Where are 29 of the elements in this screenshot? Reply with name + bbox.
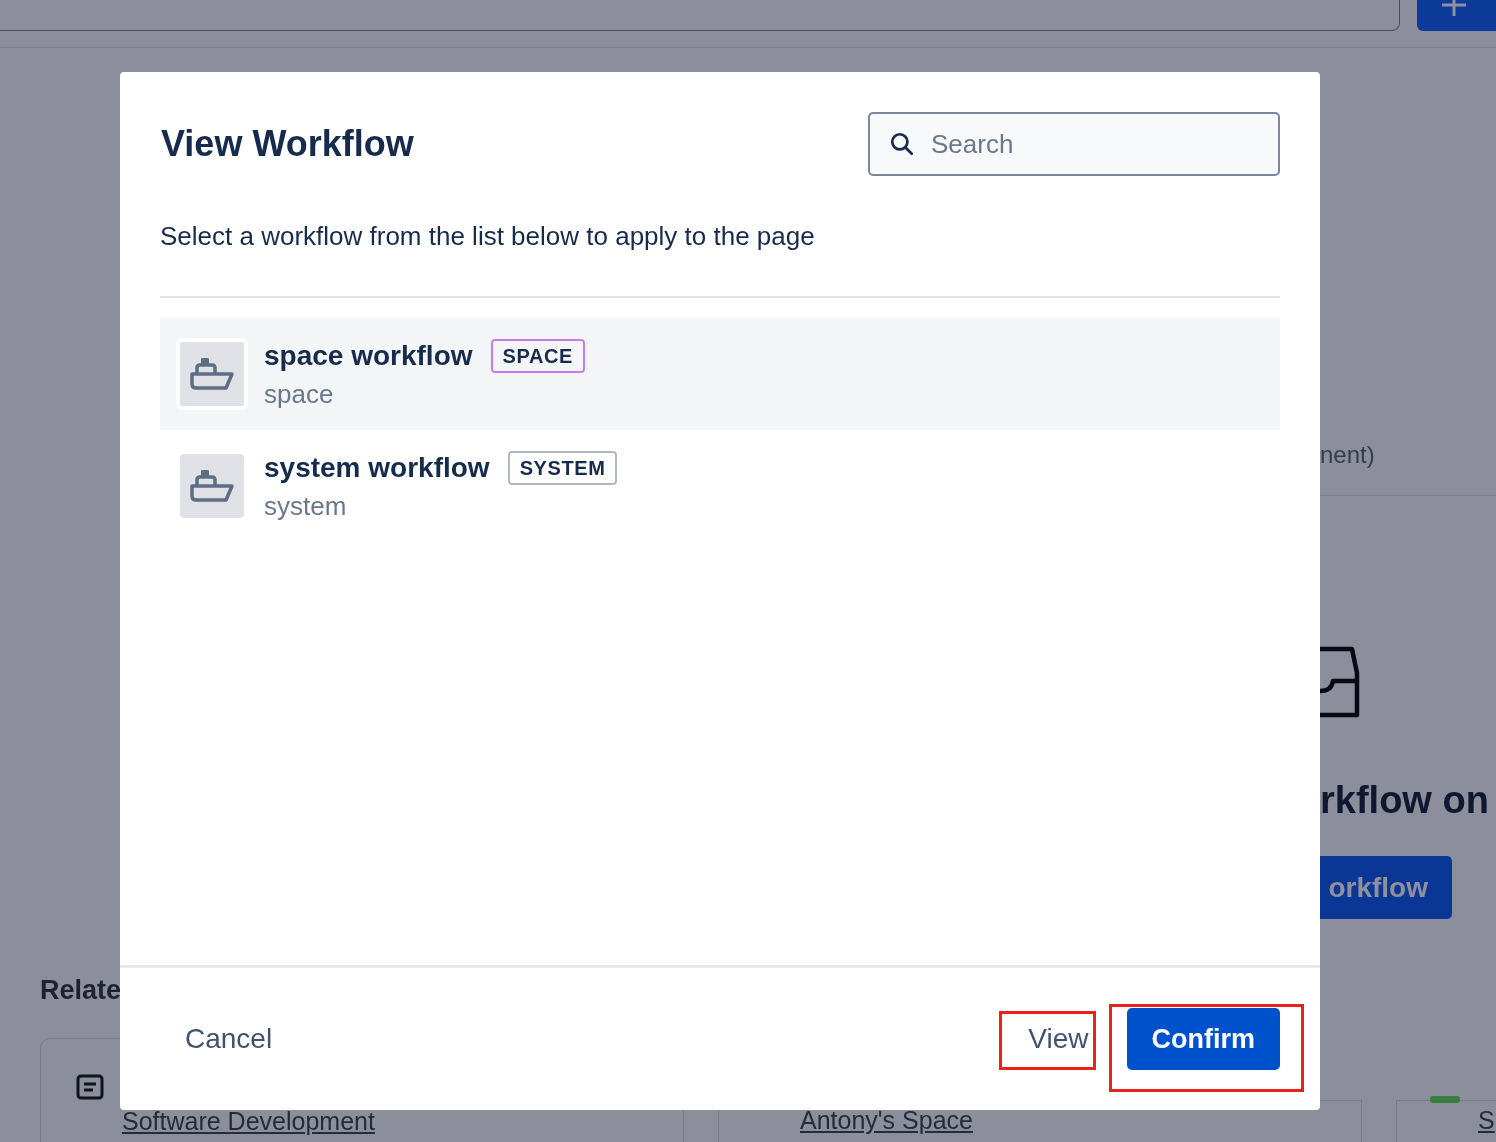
tile-icon [1430,1096,1460,1103]
inbox-icon [1320,646,1360,718]
workflow-scope: space [264,378,334,410]
workflow-item[interactable]: space workflow SPACE space [160,318,1280,430]
add-button[interactable] [1417,0,1496,31]
workflow-scope: system [264,490,347,522]
workflow-name: system workflow [264,451,490,485]
text-button[interactable]: View [1008,1008,1109,1070]
caption-text: nent) [1320,440,1375,470]
workflow-badge: SYSTEM [507,451,618,485]
description-text: Select a workflow from the list below to apply to the page [160,220,815,252]
search-field[interactable]: Search [868,112,1280,176]
dialog-title: View Workflow [161,122,414,166]
text-button[interactable]: Cancel [165,1008,293,1070]
plus-icon [1440,0,1468,16]
empty-state-heading: rkflow on [1320,778,1489,823]
ship-icon [176,338,248,410]
link[interactable]: Antony's Space [800,1107,973,1133]
workflow-name: space workflow [264,339,473,373]
section-heading: Relate [40,974,122,1007]
link[interactable]: S [1478,1107,1495,1133]
ship-icon [180,454,244,518]
primary-button[interactable]: Confirm [1126,1008,1280,1070]
text-field[interactable] [0,0,1400,31]
search-icon [889,131,915,157]
document-icon [76,1074,104,1100]
workflow-badge: SPACE [490,339,585,373]
workflow-item[interactable]: system workflow SYSTEM system [160,430,1280,542]
link[interactable]: Software Development [122,1108,375,1134]
